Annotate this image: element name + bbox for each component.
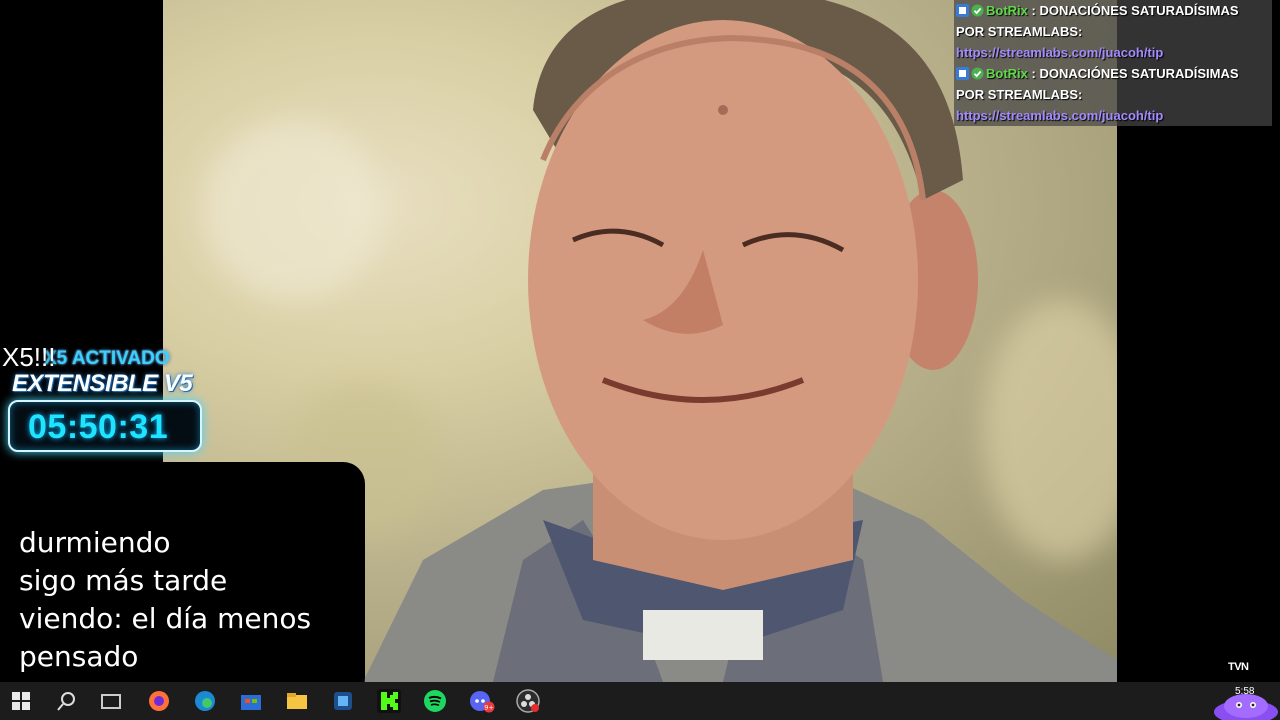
bot-badge-icon: [956, 4, 969, 17]
note-line: viendo: el día menos: [19, 602, 312, 635]
task-view-icon[interactable]: [98, 688, 124, 714]
verified-icon: [971, 67, 984, 80]
obs-icon[interactable]: [515, 688, 541, 714]
chat-separator: :: [1027, 66, 1040, 81]
firefox-icon[interactable]: [146, 688, 172, 714]
note-line: sigo más tarde: [19, 564, 228, 597]
search-icon[interactable]: [54, 688, 80, 714]
timer-multiplier: X5!!!: [2, 342, 56, 372]
chat-message: BotRix : DONACIÓNES SATURADÍSIMAS POR ST…: [956, 0, 1268, 63]
timer-status: X5 ACTIVADO: [44, 348, 170, 369]
discord-badge: 9+: [484, 704, 494, 712]
mascot-icon: [1214, 694, 1278, 720]
timer-title: EXTENSIBLE V5: [12, 370, 193, 397]
stream-screen: TVN BotRix : DONACIÓNES SATURADÍSIMAS PO…: [0, 0, 1280, 720]
app-icon[interactable]: [330, 688, 356, 714]
bot-badge-icon: [956, 67, 969, 80]
taskbar: 9+: [0, 682, 1280, 720]
verified-icon: [971, 4, 984, 17]
store-icon[interactable]: [238, 688, 264, 714]
timer-value: 05:50:31: [28, 408, 169, 446]
file-explorer-icon[interactable]: [284, 688, 310, 714]
note-line: durmiendo: [19, 526, 171, 559]
edge-icon[interactable]: [192, 688, 218, 714]
status-note: durmiendo sigo más tarde viendo: el día …: [0, 462, 365, 700]
discord-icon[interactable]: 9+: [469, 688, 495, 714]
timer-box: 05:50:31: [8, 400, 202, 452]
chat-link[interactable]: https://streamlabs.com/juacoh/tip: [956, 45, 1163, 60]
subathon-timer: X5 ACTIVADO X5!!! EXTENSIBLE V5 05:50:31: [0, 340, 210, 460]
chat-link[interactable]: https://streamlabs.com/juacoh/tip: [956, 108, 1163, 123]
chat-separator: :: [1027, 3, 1040, 18]
chat-username: BotRix: [986, 3, 1028, 18]
spotify-icon[interactable]: [422, 688, 448, 714]
chat-username: BotRix: [986, 66, 1028, 81]
kick-icon[interactable]: [376, 688, 402, 714]
windows-start-icon[interactable]: [8, 688, 34, 714]
note-line: pensado: [19, 640, 139, 673]
chat-message: BotRix : DONACIÓNES SATURADÍSIMAS POR ST…: [956, 63, 1268, 126]
channel-logo: TVN: [1228, 661, 1249, 673]
chat-overlay: BotRix : DONACIÓNES SATURADÍSIMAS POR ST…: [954, 0, 1272, 126]
